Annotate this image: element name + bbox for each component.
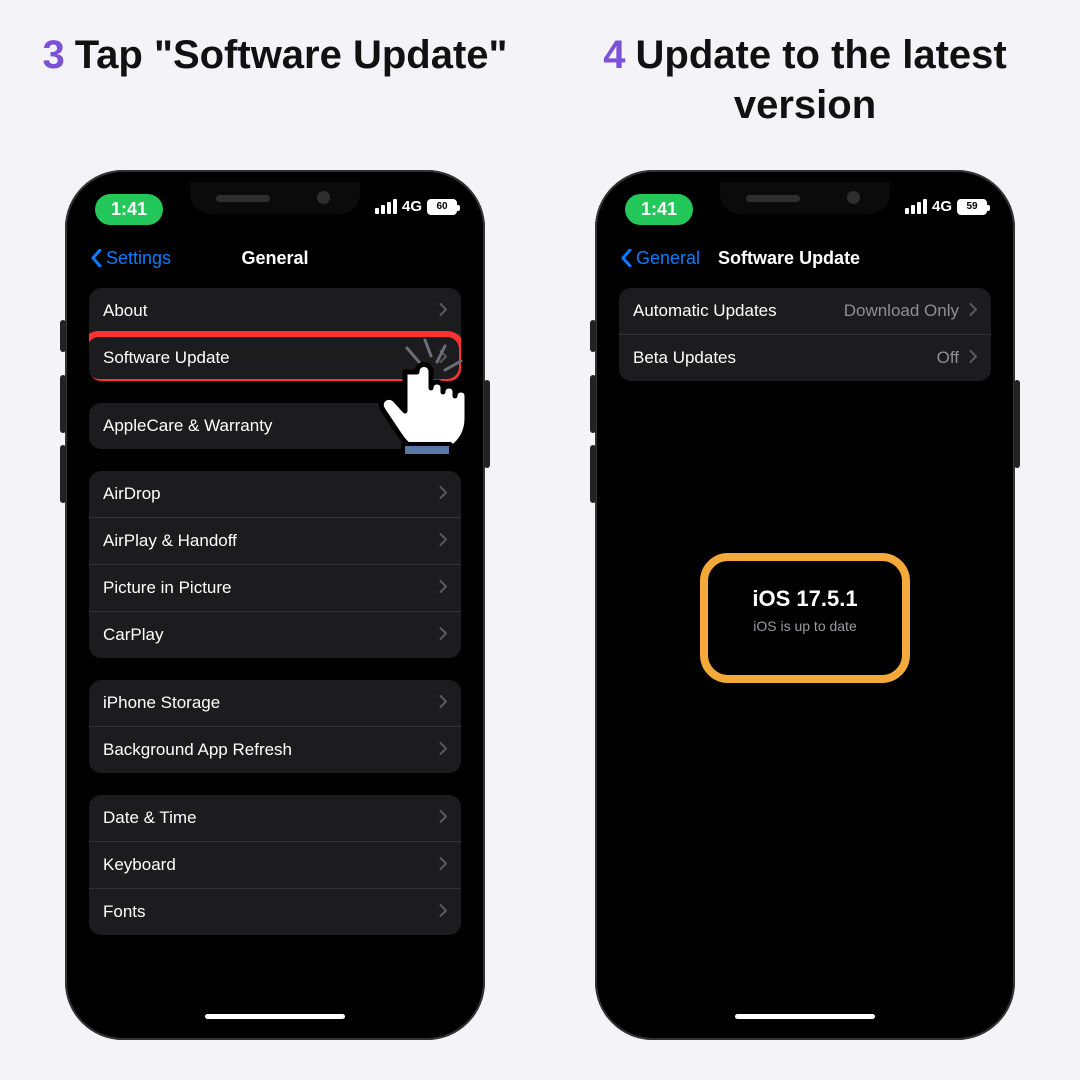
step-text: Update to the latest version xyxy=(636,33,1007,127)
chevron-right-icon xyxy=(439,742,447,755)
settings-row[interactable]: Picture in Picture xyxy=(89,564,461,611)
notch xyxy=(720,182,890,214)
settings-row[interactable]: Date & Time xyxy=(89,795,461,841)
settings-row[interactable]: About xyxy=(89,288,461,334)
update-status: iOS 17.5.1 iOS is up to date xyxy=(752,586,857,634)
battery-icon: 60 xyxy=(427,199,457,215)
back-button[interactable]: General xyxy=(621,248,700,269)
step-number: 3 xyxy=(42,33,64,77)
row-label: Keyboard xyxy=(103,855,176,875)
home-indicator[interactable] xyxy=(735,1014,875,1019)
chevron-right-icon xyxy=(439,857,447,870)
row-value: Download Only xyxy=(844,301,959,321)
settings-row[interactable]: Beta Updates Off xyxy=(619,334,991,381)
row-label: Beta Updates xyxy=(633,348,736,368)
notch xyxy=(190,182,360,214)
settings-row[interactable]: Software Update xyxy=(89,334,461,381)
chevron-right-icon xyxy=(439,580,447,593)
chevron-left-icon xyxy=(621,249,632,267)
settings-row[interactable]: AirPlay & Handoff xyxy=(89,517,461,564)
signal-icon xyxy=(375,199,397,214)
home-indicator[interactable] xyxy=(205,1014,345,1019)
network-label: 4G xyxy=(932,198,952,215)
status-time: 1:41 xyxy=(95,194,163,225)
nav-bar: Settings General xyxy=(77,236,473,280)
nav-title: General xyxy=(77,248,473,269)
chevron-right-icon xyxy=(969,350,977,363)
row-label: AppleCare & Warranty xyxy=(103,416,272,436)
row-label: Date & Time xyxy=(103,808,197,828)
status-bar: 1:41 4G 60 xyxy=(77,182,473,236)
chevron-right-icon xyxy=(439,810,447,823)
chevron-right-icon xyxy=(439,350,447,363)
chevron-right-icon xyxy=(439,486,447,499)
step-4-title: 4Update to the latest version xyxy=(570,30,1040,170)
row-label: About xyxy=(103,301,147,321)
update-message: iOS is up to date xyxy=(752,618,857,634)
settings-row[interactable]: Automatic Updates Download Only xyxy=(619,288,991,334)
battery-icon: 59 xyxy=(957,199,987,215)
settings-row[interactable]: iPhone Storage xyxy=(89,680,461,726)
step-3-title: 3Tap "Software Update" xyxy=(42,30,507,170)
row-label: Background App Refresh xyxy=(103,740,292,760)
row-label: Automatic Updates xyxy=(633,301,777,321)
phone-right: 1:41 4G 59 General Software Update A xyxy=(595,170,1015,1040)
row-label: CarPlay xyxy=(103,625,163,645)
row-label: AirDrop xyxy=(103,484,161,504)
row-value: Off xyxy=(937,348,959,368)
chevron-right-icon xyxy=(439,904,447,917)
chevron-right-icon xyxy=(439,695,447,708)
chevron-right-icon xyxy=(969,303,977,316)
chevron-right-icon xyxy=(439,418,447,431)
step-number: 4 xyxy=(603,33,625,77)
phone-left: 1:41 4G 60 Settings General About Softwar… xyxy=(65,170,485,1040)
row-label: Picture in Picture xyxy=(103,578,232,598)
status-time: 1:41 xyxy=(625,194,693,225)
row-label: Software Update xyxy=(103,348,230,368)
step-text: Tap "Software Update" xyxy=(75,33,508,77)
update-options: Automatic Updates Download Only Beta Updat… xyxy=(607,280,1003,381)
settings-row[interactable]: CarPlay xyxy=(89,611,461,658)
nav-bar: General Software Update xyxy=(607,236,1003,280)
row-label: AirPlay & Handoff xyxy=(103,531,237,551)
signal-icon xyxy=(905,199,927,214)
settings-row[interactable]: AirDrop xyxy=(89,471,461,517)
row-label: iPhone Storage xyxy=(103,693,220,713)
chevron-right-icon xyxy=(439,303,447,316)
chevron-right-icon xyxy=(439,627,447,640)
settings-row[interactable]: Fonts xyxy=(89,888,461,935)
status-bar: 1:41 4G 59 xyxy=(607,182,1003,236)
chevron-right-icon xyxy=(439,533,447,546)
row-label: Fonts xyxy=(103,902,146,922)
settings-row[interactable]: Background App Refresh xyxy=(89,726,461,773)
nav-title: Software Update xyxy=(718,248,860,269)
settings-list: About Software Update AppleCare & Warranty… xyxy=(77,280,473,935)
ios-version: iOS 17.5.1 xyxy=(752,586,857,612)
settings-row[interactable]: AppleCare & Warranty xyxy=(89,403,461,449)
network-label: 4G xyxy=(402,198,422,215)
settings-row[interactable]: Keyboard xyxy=(89,841,461,888)
